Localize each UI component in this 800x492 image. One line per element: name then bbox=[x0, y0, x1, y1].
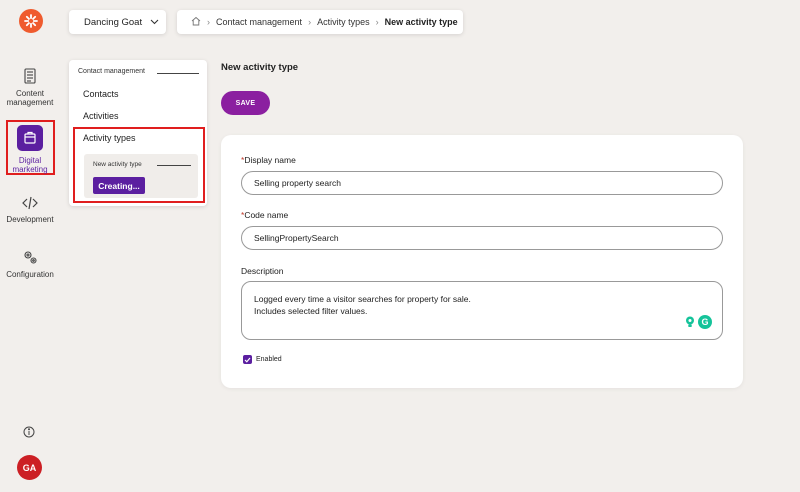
highlight-box-nav bbox=[73, 127, 205, 203]
description-textarea[interactable]: Logged every time a visitor searches for… bbox=[241, 281, 723, 340]
digital-marketing-icon bbox=[0, 125, 60, 151]
display-name-input[interactable]: Selling property search bbox=[241, 171, 723, 195]
save-button[interactable]: SAVE bbox=[221, 91, 270, 115]
breadcrumb-separator: › bbox=[375, 17, 379, 27]
divider bbox=[157, 73, 199, 74]
breadcrumb-separator: › bbox=[308, 17, 312, 27]
breadcrumb-separator: › bbox=[207, 17, 210, 27]
page-title: New activity type bbox=[221, 62, 299, 73]
code-name-input[interactable]: SellingPropertySearch bbox=[241, 226, 723, 250]
rail-item-content-management[interactable]: Content management bbox=[0, 68, 60, 107]
rail-item-configuration[interactable]: Configuration bbox=[0, 249, 60, 279]
chevron-down-icon bbox=[150, 17, 159, 28]
enabled-checkbox[interactable] bbox=[243, 355, 252, 364]
left-rail: Content management Digital marketing Dev… bbox=[0, 0, 60, 492]
rail-label-content-management: Content management bbox=[6, 89, 54, 107]
description-label: Description bbox=[241, 266, 284, 276]
code-icon bbox=[0, 196, 60, 210]
subnav-item-activities[interactable]: Activities bbox=[83, 111, 119, 121]
info-icon[interactable] bbox=[23, 425, 35, 443]
breadcrumb: › Contact management › Activity types › … bbox=[177, 10, 463, 34]
gear-icon bbox=[0, 249, 60, 265]
display-name-label: *Display name bbox=[241, 155, 296, 165]
breadcrumb-item-contact-management[interactable]: Contact management bbox=[216, 17, 302, 27]
kentico-logo-icon[interactable] bbox=[19, 9, 43, 33]
description-line-2: Includes selected filter values. bbox=[254, 306, 368, 316]
content-management-icon bbox=[0, 68, 60, 84]
code-name-label: *Code name bbox=[241, 210, 289, 220]
grammarly-icon[interactable]: G bbox=[698, 315, 712, 329]
rail-item-digital-marketing[interactable]: Digital marketing bbox=[0, 125, 60, 174]
enabled-checkbox-row[interactable]: Enabled bbox=[243, 355, 282, 364]
avatar[interactable]: GA bbox=[17, 455, 42, 480]
rail-item-development[interactable]: Development bbox=[0, 196, 60, 224]
rail-label-development: Development bbox=[6, 215, 54, 224]
breadcrumb-item-activity-types[interactable]: Activity types bbox=[317, 17, 370, 27]
enabled-label: Enabled bbox=[256, 356, 282, 363]
textarea-tools: G bbox=[685, 315, 712, 329]
rail-label-digital-marketing: Digital marketing bbox=[12, 156, 48, 174]
rail-label-configuration: Configuration bbox=[6, 270, 54, 279]
breadcrumb-item-current: New activity type bbox=[384, 17, 458, 27]
site-selector[interactable]: Dancing Goat bbox=[69, 10, 166, 34]
lightbulb-icon[interactable] bbox=[685, 316, 695, 328]
form-card: *Display name Selling property search *C… bbox=[221, 135, 743, 388]
home-icon[interactable] bbox=[191, 16, 201, 28]
description-line-1: Logged every time a visitor searches for… bbox=[254, 294, 471, 304]
site-selector-label: Dancing Goat bbox=[84, 16, 143, 28]
subnav-heading: Contact management bbox=[78, 68, 145, 75]
subnav-item-contacts[interactable]: Contacts bbox=[83, 89, 119, 99]
